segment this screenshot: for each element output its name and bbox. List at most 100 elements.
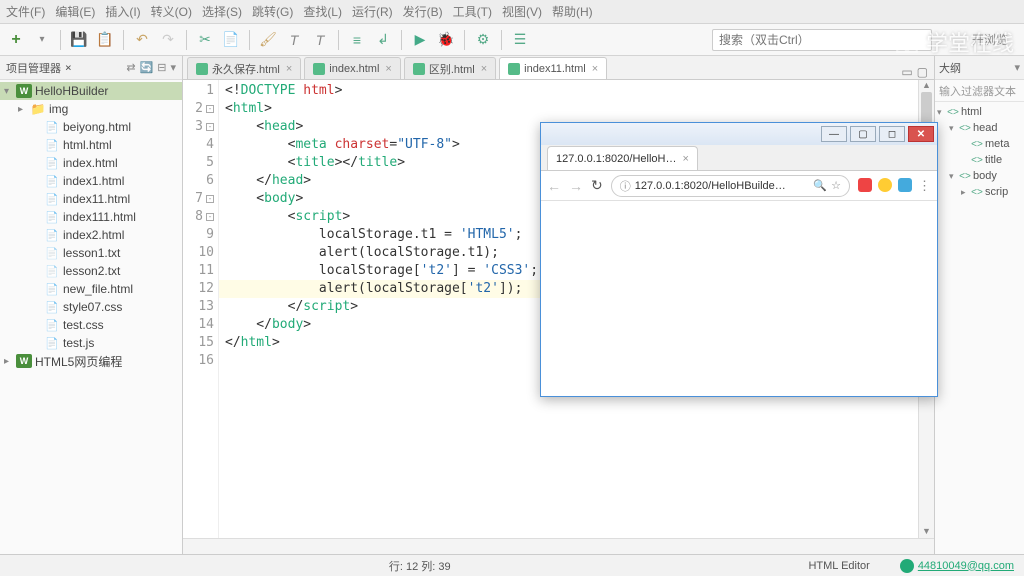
outline-item[interactable]: ▾<>head [935,120,1024,136]
scroll-down-icon[interactable]: ▼ [919,526,934,538]
outline-item[interactable]: <>title [935,152,1024,168]
tree-item[interactable]: ▸WHTML5网页编程 [0,352,182,370]
paint-icon[interactable]: 🖌 [258,30,278,50]
tree-item[interactable]: beiyong.html [0,118,182,136]
tree-item[interactable]: new_file.html [0,280,182,298]
maximize-button[interactable]: ▢ [850,126,876,142]
tree-item[interactable]: ▾WHelloHBuilder [0,82,182,100]
tree-item[interactable]: test.css [0,316,182,334]
tree-item[interactable]: index.html [0,154,182,172]
undo-icon[interactable]: ↶ [132,30,152,50]
tree-item[interactable]: html.html [0,136,182,154]
menu-item[interactable]: 选择(S) [202,3,242,20]
tree-item[interactable]: index1.html [0,172,182,190]
scissors-icon[interactable]: ✂ [195,30,215,50]
tree-item[interactable]: test.js [0,334,182,352]
browser-tab[interactable]: 127.0.0.1:8020/HelloH… × [547,146,698,170]
run-icon[interactable]: ▶ [410,30,430,50]
horizontal-scrollbar[interactable] [183,538,934,554]
user-email[interactable]: 44810049@qq.com [918,560,1014,572]
tree-item-label: lesson2.txt [63,264,120,278]
tree-item[interactable]: style07.css [0,298,182,316]
file-icon [508,63,520,75]
menu-item[interactable]: 发行(B) [403,3,443,20]
editor-tab[interactable]: 区别.html× [404,57,496,79]
menu-item[interactable]: 文件(F) [6,3,45,20]
outline-item[interactable]: ▸<>scrip [935,184,1024,200]
menu-icon[interactable]: ▾ [1014,61,1020,74]
close-icon[interactable]: × [481,63,487,75]
chevron-down-icon[interactable]: ▾ [32,30,52,50]
menu-item[interactable]: 跳转(G) [252,3,293,20]
editor-tab[interactable]: 永久保存.html× [187,57,301,79]
close-button[interactable]: ✕ [908,126,934,142]
outline-filter[interactable]: 输入过滤器文本 [935,80,1024,102]
close-icon[interactable]: × [592,63,598,75]
reload-icon[interactable]: ↻ [591,177,603,194]
editor-tab[interactable]: index.html× [304,57,401,79]
menu-item[interactable]: 编辑(E) [55,3,95,20]
ext-icon[interactable] [858,178,872,192]
copy-icon[interactable]: 📋 [95,30,115,50]
menu-item[interactable]: 转义(O) [151,3,192,20]
settings-icon[interactable]: ⚙ [473,30,493,50]
panel-title: 项目管理器 [6,60,61,76]
outline-tree[interactable]: ▾<>html▾<>head<>meta<>title▾<>body▸<>scr… [935,102,1024,202]
minimize-button[interactable]: — [821,126,847,142]
tree-item[interactable]: index2.html [0,226,182,244]
menu-icon[interactable]: ⋮ [918,178,931,194]
close-icon[interactable]: × [682,153,688,165]
debug-icon[interactable]: 🐞 [436,30,456,50]
paste-icon[interactable]: 📄 [221,30,241,50]
forward-icon[interactable]: → [569,178,583,194]
new-file-button[interactable]: + [6,30,26,50]
ext-icon[interactable] [898,178,912,192]
tree-item[interactable]: lesson2.txt [0,262,182,280]
outline-item[interactable]: <>meta [935,136,1024,152]
editor-tab[interactable]: index11.html× [499,57,607,79]
refresh-icon[interactable]: 🔄 [140,61,154,74]
tree-item[interactable]: index111.html [0,208,182,226]
font-icon[interactable]: T [310,30,330,50]
tree-item[interactable]: index11.html [0,190,182,208]
link-icon[interactable]: ⇄ [126,61,135,74]
global-search-input[interactable] [712,29,932,51]
search-icon[interactable]: 🔍 [813,179,827,192]
menu-icon[interactable]: ▾ [170,61,176,74]
separator [123,30,124,50]
redo-icon[interactable]: ↷ [158,30,178,50]
minimize-icon[interactable]: ▭ [901,65,912,79]
scroll-up-icon[interactable]: ▲ [919,80,934,92]
save-icon[interactable]: 💾 [69,30,89,50]
info-icon[interactable]: ⓘ [620,178,631,194]
menu-item[interactable]: 视图(V) [502,3,542,20]
collapse-icon[interactable]: ⊟ [157,61,166,74]
browser-window[interactable]: — ▢ ◻ ✕ 127.0.0.1:8020/HelloH… × ← → ↻ ⓘ… [540,122,938,397]
ext-icon[interactable] [878,178,892,192]
wrap-icon[interactable]: ↲ [373,30,393,50]
outline-item[interactable]: ▾<>body [935,168,1024,184]
maximize-button[interactable]: ◻ [879,126,905,142]
close-icon[interactable]: × [385,63,391,75]
menu-item[interactable]: 运行(R) [352,3,393,20]
tree-item[interactable]: lesson1.txt [0,244,182,262]
url-input[interactable]: ⓘ 127.0.0.1:8020/HelloHBuilde… 🔍 ☆ [611,175,850,197]
view-mode-label[interactable]: 开浏览 [972,31,1008,48]
browser-titlebar[interactable]: — ▢ ◻ ✕ [541,123,937,145]
back-icon[interactable]: ← [547,178,561,194]
menu-item[interactable]: 查找(L) [303,3,342,20]
close-icon[interactable]: × [286,63,292,75]
menu-item[interactable]: 插入(I) [105,3,140,20]
project-tree[interactable]: ▾WHelloHBuilder▸📁imgbeiyong.htmlhtml.htm… [0,80,182,554]
tree-item[interactable]: ▸📁img [0,100,182,118]
txt-icon [44,246,60,260]
outline-item[interactable]: ▾<>html [935,104,1024,120]
align-icon[interactable]: ≡ [347,30,367,50]
font-icon[interactable]: T [284,30,304,50]
star-icon[interactable]: ☆ [831,179,841,192]
maximize-icon[interactable]: ▢ [917,65,928,79]
menu-item[interactable]: 帮助(H) [552,3,593,20]
menu-item[interactable]: 工具(T) [453,3,492,20]
close-icon[interactable]: × [65,61,72,74]
misc-icon[interactable]: ☰ [510,30,530,50]
